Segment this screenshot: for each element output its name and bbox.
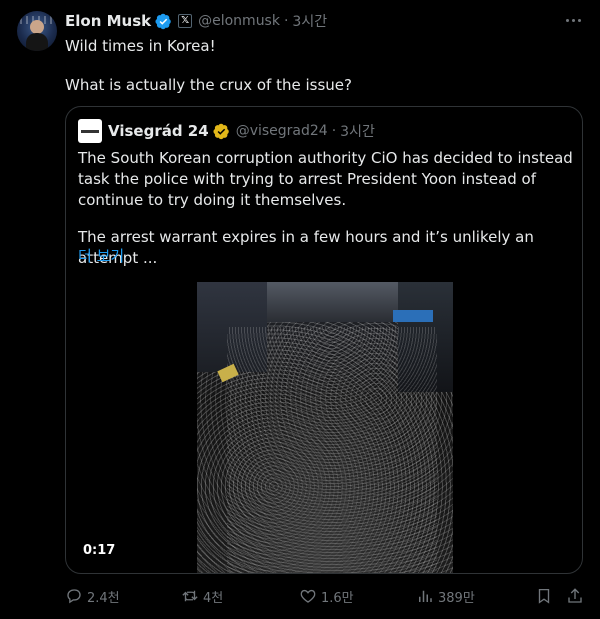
repost-icon	[182, 590, 198, 602]
repost-count: 4천	[203, 590, 224, 606]
quote-author-handle: @visegrad24	[235, 123, 328, 139]
post-header: Elon Musk 𝕏 @elonmusk · 3시간	[65, 11, 327, 31]
like-count: 1.6만	[321, 590, 354, 606]
reply-button[interactable]: 2.4천	[65, 586, 120, 606]
x-badge-icon: 𝕏	[178, 14, 193, 28]
bookmark-button[interactable]	[535, 586, 553, 606]
reply-count: 2.4천	[87, 590, 120, 606]
views-button[interactable]: 389만	[416, 586, 475, 606]
quote-header: Visegrád 24 @visegrad24 · 3시간	[78, 119, 375, 143]
verified-badge-icon	[213, 123, 229, 139]
like-icon	[300, 589, 316, 603]
quote-paragraph-1: The South Korean corruption authority Ci…	[78, 149, 573, 209]
post-time[interactable]: 3시간	[292, 11, 327, 31]
avatar[interactable]	[17, 11, 57, 51]
action-bar: 2.4천 4천 1.6만 389만	[0, 586, 600, 606]
separator: ·	[283, 13, 289, 29]
quote-author-name: Visegrád 24	[108, 122, 209, 140]
views-count: 389만	[438, 590, 475, 606]
like-button[interactable]: 1.6만	[299, 586, 354, 606]
author-name[interactable]: Elon Musk	[65, 12, 151, 30]
share-icon	[568, 588, 582, 603]
post[interactable]: Elon Musk 𝕏 @elonmusk · 3시간 Wild times i…	[0, 0, 600, 619]
more-icon[interactable]	[562, 9, 584, 31]
repost-button[interactable]: 4천	[181, 586, 223, 606]
video-duration: 0:17	[78, 541, 121, 560]
views-icon	[419, 590, 432, 602]
quoted-post[interactable]: Visegrád 24 @visegrad24 · 3시간 The South …	[65, 106, 583, 574]
post-text-line2: What is actually the crux of the issue?	[65, 76, 352, 94]
video-player[interactable]	[197, 282, 453, 573]
bookmark-icon	[538, 588, 550, 604]
share-button[interactable]	[566, 586, 584, 606]
quote-paragraph-2: The arrest warrant expires in a few hour…	[78, 228, 534, 267]
quote-avatar	[78, 119, 102, 143]
reply-icon	[67, 589, 81, 604]
show-more-link[interactable]: 더 보기	[78, 245, 124, 266]
quote-time: 3시간	[340, 124, 375, 140]
author-handle[interactable]: @elonmusk	[198, 13, 280, 29]
verified-badge-icon	[155, 13, 171, 29]
post-text-line1: Wild times in Korea!	[65, 37, 216, 55]
separator: ·	[331, 123, 337, 139]
